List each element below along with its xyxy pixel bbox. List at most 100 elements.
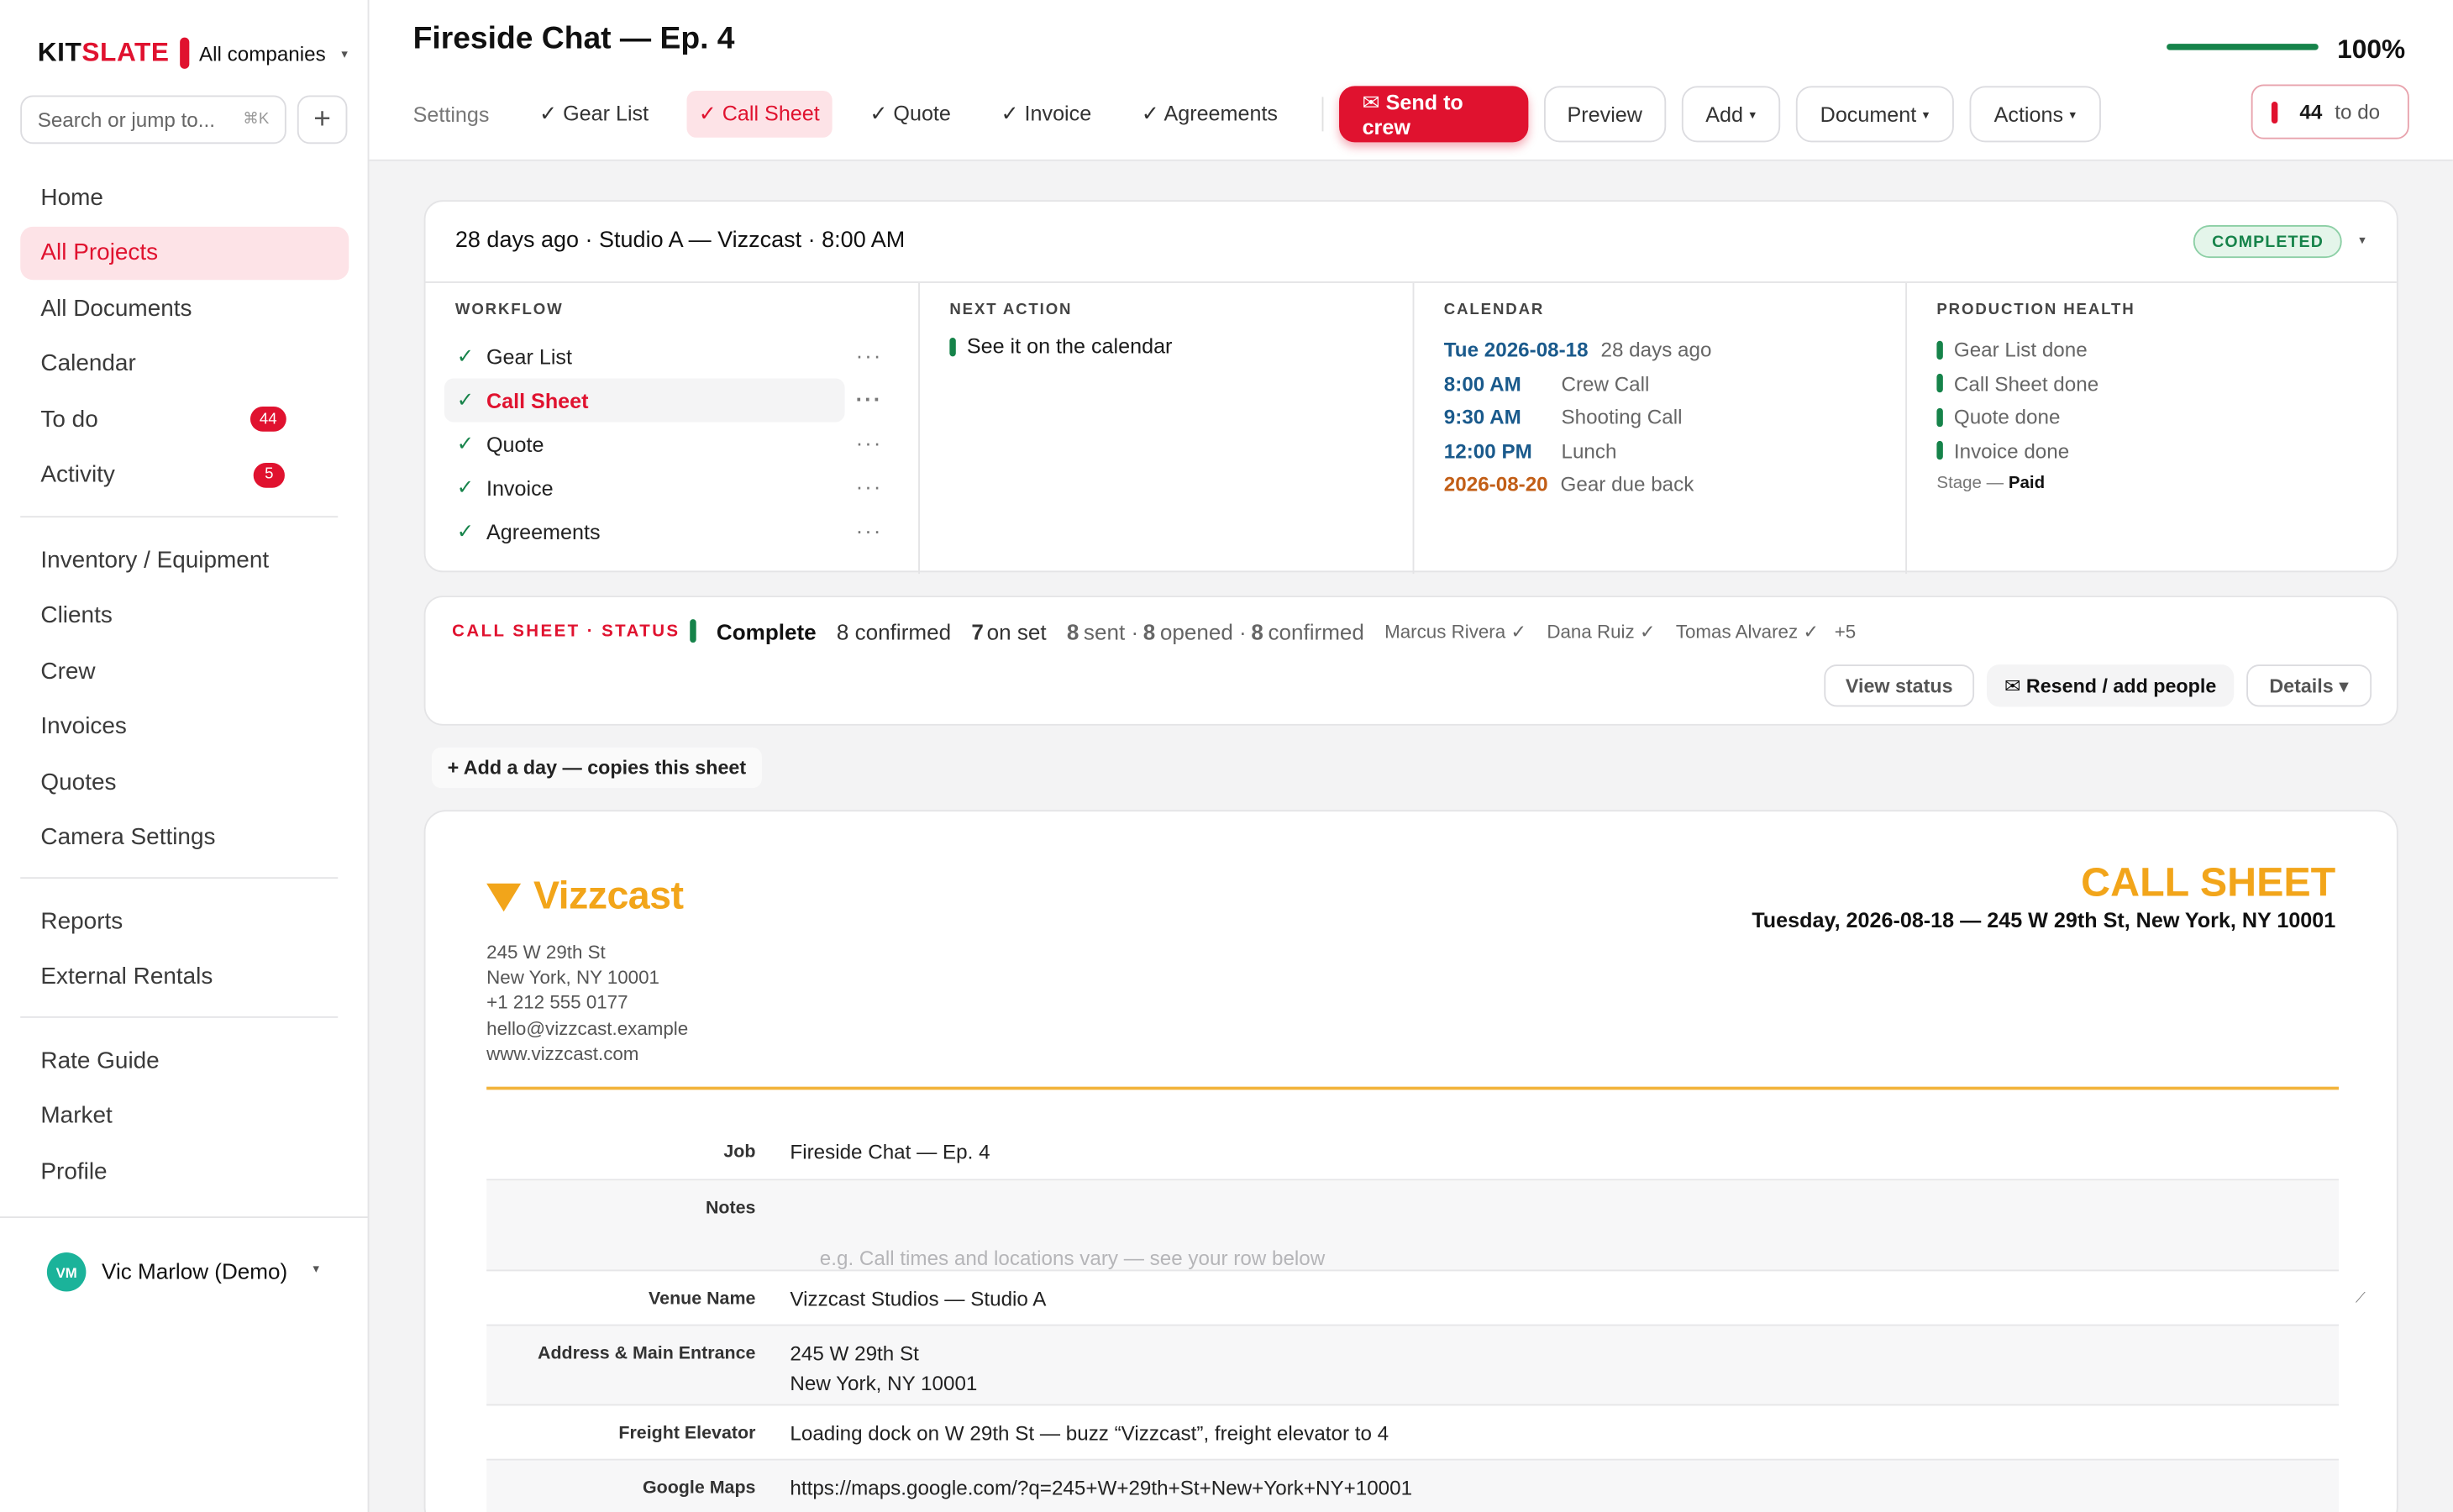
calendar-date[interactable]: Tue 2026-08-18 xyxy=(1444,339,1589,362)
chevron-down-icon[interactable]: ▾ xyxy=(313,1262,318,1276)
resize-handle-icon[interactable]: ⟋ xyxy=(2356,1284,2366,1313)
add-label: Add xyxy=(1705,102,1744,126)
calendar-row: 12:00 PM Lunch xyxy=(1444,434,1712,468)
address-line: 245 W 29th St xyxy=(486,941,606,963)
triangle-logo-icon xyxy=(486,882,522,911)
sidebar-item-label: External Rentals xyxy=(40,963,213,990)
company-switcher[interactable]: All companies xyxy=(199,41,326,65)
sent-count: 8 xyxy=(1066,619,1079,644)
sidebar-item-market[interactable]: Market xyxy=(20,1089,349,1142)
more-crew-count[interactable]: +5 xyxy=(1835,621,1856,643)
workflow-item-quote[interactable]: ✓ Quote ··· xyxy=(444,423,881,466)
sidebar-item-label: Reports xyxy=(40,907,123,935)
page-title: Fireside Chat — Ep. 4 xyxy=(412,22,735,57)
health-list: Gear List done Call Sheet done Quote don… xyxy=(1936,333,2098,492)
send-to-crew-button[interactable]: ✉ Send to crew xyxy=(1338,86,1528,143)
actions-dropdown-button[interactable]: Actions ▾ xyxy=(1969,86,2101,143)
add-icon[interactable]: + xyxy=(297,95,348,144)
call-sheet-status-label: CALL SHEET · STATUS xyxy=(452,622,680,642)
company-address: 245 W 29th St New York, NY 10001 +1 212 … xyxy=(486,940,688,1067)
next-action-heading: NEXT ACTION xyxy=(949,302,1073,319)
tab-agreements[interactable]: ✓ Agreements xyxy=(1129,91,1290,138)
resend-button[interactable]: ✉ Resend / add people xyxy=(1986,664,2235,707)
confirmed-summary: 8 confirmed xyxy=(836,619,952,644)
next-action-link[interactable]: See it on the calendar xyxy=(949,334,1172,358)
sidebar-item-external-rentals[interactable]: External Rentals xyxy=(20,950,349,1003)
sidebar-item-reports[interactable]: Reports xyxy=(20,895,349,948)
sidebar-item-invoices[interactable]: Invoices xyxy=(20,700,349,753)
todo-button[interactable]: 44 to do xyxy=(2251,84,2409,139)
on-set-label: on set xyxy=(986,619,1047,644)
sidebar-item-clients[interactable]: Clients xyxy=(20,589,349,642)
job-field[interactable]: Fireside Chat — Ep. 4 xyxy=(790,1124,2339,1179)
brand[interactable]: KITSLATE All companies ▾ xyxy=(38,37,348,69)
crew-member[interactable]: Tomas Alvarez ✓ xyxy=(1676,621,1819,643)
venue-name-field[interactable]: Vizzcast Studios — Studio A xyxy=(790,1271,2339,1324)
tab-quote[interactable]: ✓ Quote xyxy=(857,91,963,138)
tab-gear-list[interactable]: ✓ Gear List xyxy=(527,91,661,138)
crew-member[interactable]: Dana Ruiz ✓ xyxy=(1547,621,1655,643)
address-field[interactable]: 245 W 29th St New York, NY 10001 xyxy=(790,1326,2339,1404)
preview-button[interactable]: Preview xyxy=(1543,86,1666,143)
health-item: Invoice done xyxy=(1936,434,2098,468)
secondary-nav: Inventory / Equipment Clients Crew Invoi… xyxy=(20,533,349,866)
crew-member[interactable]: Marcus Rivera ✓ xyxy=(1384,621,1526,643)
more-icon[interactable]: ··· xyxy=(856,517,883,543)
tertiary-nav: Reports External Rentals xyxy=(20,895,349,1005)
sidebar-item-activity[interactable]: Activity 5 xyxy=(20,448,349,501)
add-dropdown-button[interactable]: Add ▾ xyxy=(1681,86,1780,143)
sidebar-item-quotes[interactable]: Quotes xyxy=(20,755,349,808)
website: www.vizzcast.com xyxy=(486,1042,639,1065)
sidebar-item-todo[interactable]: To do 44 xyxy=(20,392,349,445)
more-icon[interactable]: ··· xyxy=(856,474,883,499)
workflow-item-invoice[interactable]: ✓ Invoice ··· xyxy=(444,466,881,510)
user-menu[interactable]: VM Vic Marlow (Demo) ▾ xyxy=(0,1216,370,1326)
tab-invoice[interactable]: ✓ Invoice xyxy=(989,91,1105,138)
calendar-event: Lunch xyxy=(1561,438,1617,463)
workflow-item-gear-list[interactable]: ✓ Gear List ··· xyxy=(444,334,881,378)
sidebar-item-label: All Projects xyxy=(40,239,159,266)
google-maps-field[interactable]: https://maps.google.com/?q=245+W+29th+St… xyxy=(790,1461,2339,1512)
status-badge: COMPLETED xyxy=(2193,225,2343,259)
count-badge: 5 xyxy=(253,462,285,487)
sidebar-item-label: Clients xyxy=(40,601,113,629)
tab-call-sheet[interactable]: ✓ Call Sheet xyxy=(685,90,833,138)
company-name: Vizzcast xyxy=(533,874,684,918)
document-dropdown-button[interactable]: Document ▾ xyxy=(1795,86,1954,143)
calendar-date: 2026-08-20 xyxy=(1443,472,1548,496)
add-day-button[interactable]: + Add a day — copies this sheet xyxy=(431,747,762,789)
sidebar-item-all-projects[interactable]: All Projects xyxy=(20,225,349,280)
user-name: Vic Marlow (Demo) xyxy=(102,1258,288,1284)
details-dropdown-button[interactable]: Details ▾ xyxy=(2246,664,2372,707)
sidebar-item-home[interactable]: Home xyxy=(20,171,349,223)
calendar-row: 2026-08-20 Gear due back xyxy=(1444,468,1712,501)
chevron-down-icon[interactable]: ▾ xyxy=(341,46,347,60)
workflow-label: Gear List xyxy=(486,344,572,369)
field-row: Notes e.g. Call times and locations vary… xyxy=(486,1180,2366,1305)
next-action-label: See it on the calendar xyxy=(966,334,1173,359)
freight-elevator-field[interactable]: Loading dock on W 29th St — buzz “Vizzca… xyxy=(790,1405,2339,1458)
more-icon[interactable]: ··· xyxy=(856,430,883,455)
sidebar-item-rate-guide[interactable]: Rate Guide xyxy=(20,1033,349,1086)
more-icon[interactable]: ··· xyxy=(856,343,883,368)
sidebar-item-calendar[interactable]: Calendar xyxy=(20,337,349,390)
count-badge: 44 xyxy=(250,406,286,432)
opened-count: 8 xyxy=(1142,619,1156,644)
stage-value: Paid xyxy=(2008,474,2046,493)
sidebar-item-profile[interactable]: Profile xyxy=(20,1145,349,1198)
brand-bar-icon xyxy=(180,37,190,69)
sidebar-item-camera-settings[interactable]: Camera Settings xyxy=(20,811,349,864)
sidebar-item-all-documents[interactable]: All Documents xyxy=(20,281,349,334)
workflow-item-call-sheet[interactable]: ✓ Call Sheet ··· xyxy=(444,378,880,423)
chevron-down-icon[interactable]: ▾ xyxy=(2359,233,2365,247)
search-input[interactable]: Search or jump to... ⌘K xyxy=(20,95,286,144)
workflow-item-agreements[interactable]: ✓ Agreements ··· xyxy=(444,510,881,554)
view-status-button[interactable]: View status xyxy=(1824,664,1975,707)
sidebar-item-inventory[interactable]: Inventory / Equipment xyxy=(20,533,349,586)
calendar-event: Crew Call xyxy=(1561,371,1650,396)
more-icon[interactable]: ··· xyxy=(856,386,883,412)
calendar-event: 28 days ago xyxy=(1600,338,1712,362)
tab-settings[interactable]: Settings xyxy=(401,91,502,138)
sidebar-item-label: Inventory / Equipment xyxy=(40,546,270,574)
sidebar-item-crew[interactable]: Crew xyxy=(20,644,349,697)
